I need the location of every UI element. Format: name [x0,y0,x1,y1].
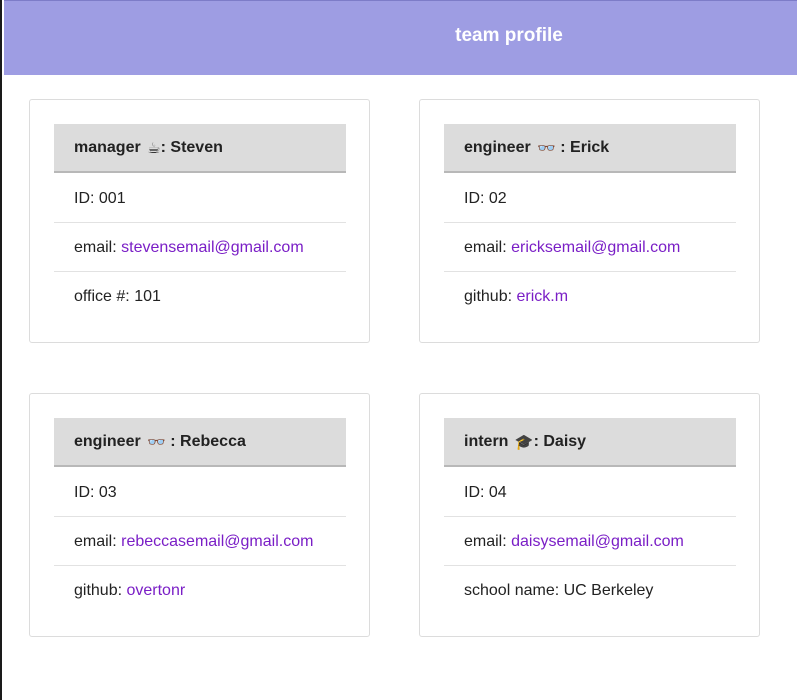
id-value: 03 [98,484,117,501]
email-link[interactable]: stevensemail@gmail.com [121,239,304,256]
employee-card-intern: intern 🎓: Daisy ID: 04 email: daisysemai… [419,393,760,637]
id-value: 001 [98,190,126,207]
github-label: github: [464,288,517,305]
id-label: ID: [464,190,489,207]
card-github-row: github: erick.m [444,272,736,321]
email-link[interactable]: rebeccasemail@gmail.com [121,533,313,550]
card-role: engineer [464,139,531,156]
id-label: ID: [74,484,99,501]
coffee-icon: ☕ [147,139,161,157]
card-office-row: office #: 101 [54,272,346,321]
github-label: github: [74,582,127,599]
email-link[interactable]: daisysemail@gmail.com [511,533,684,550]
card-email-row: email: rebeccasemail@gmail.com [54,517,346,566]
page: team profile manager ☕: Steven ID: 001 e… [0,0,797,700]
office-label: office #: [74,288,135,305]
email-link[interactable]: ericksemail@gmail.com [511,239,680,256]
page-header: team profile [4,0,797,75]
card-header: intern 🎓: Daisy [444,418,736,467]
github-link[interactable]: erick.m [516,288,568,305]
card-name: Steven [170,139,223,156]
card-email-row: email: daisysemail@gmail.com [444,517,736,566]
id-value: 04 [488,484,507,501]
card-role: engineer [74,433,141,450]
email-label: email: [74,533,122,550]
github-link[interactable]: overtonr [126,582,185,599]
card-name: Rebecca [180,433,246,450]
card-id-row: ID: 02 [444,174,736,223]
school-value: UC Berkeley [563,582,654,599]
card-school-row: school name: UC Berkeley [444,566,736,615]
card-email-row: email: stevensemail@gmail.com [54,223,346,272]
employee-card-engineer: engineer 👓 : Rebecca ID: 03 email: rebec… [29,393,370,637]
card-header: engineer 👓 : Rebecca [54,418,346,467]
email-label: email: [464,533,512,550]
card-email-row: email: ericksemail@gmail.com [444,223,736,272]
id-value: 02 [488,190,507,207]
card-id-row: ID: 04 [444,468,736,517]
school-label: school name: [464,582,564,599]
id-label: ID: [464,484,489,501]
card-id-row: ID: 001 [54,174,346,223]
card-id-row: ID: 03 [54,468,346,517]
employee-card-manager: manager ☕: Steven ID: 001 email: stevens… [29,99,370,343]
card-header: manager ☕: Steven [54,124,346,173]
card-name: Daisy [543,433,587,450]
glasses-icon: 👓 [147,433,166,451]
card-role: intern [464,433,509,450]
id-label: ID: [74,190,99,207]
employee-card-engineer: engineer 👓 : Erick ID: 02 email: erickse… [419,99,760,343]
email-label: email: [464,239,512,256]
graduation-cap-icon: 🎓 [514,433,534,451]
page-title: team profile [455,25,563,46]
office-value: 101 [134,288,161,305]
card-header: engineer 👓 : Erick [444,124,736,173]
glasses-icon: 👓 [537,139,556,157]
card-github-row: github: overtonr [54,566,346,615]
card-role: manager [74,139,141,156]
card-name: Erick [570,139,610,156]
email-label: email: [74,239,122,256]
